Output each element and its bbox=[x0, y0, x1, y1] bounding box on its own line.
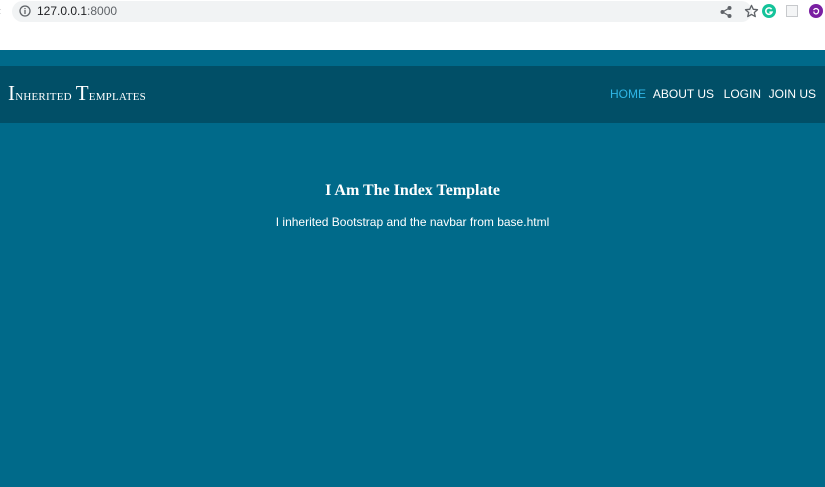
url-text[interactable]: 127.0.0.1:8000 bbox=[37, 4, 117, 19]
navbar-brand[interactable]: Inherited Templates bbox=[8, 81, 146, 108]
address-bar[interactable]: 127.0.0.1:8000 bbox=[12, 1, 759, 22]
nav-link-login[interactable]: LOGIN bbox=[724, 87, 761, 102]
nav-link-join-us[interactable]: JOIN US bbox=[769, 87, 816, 102]
page-description: I inherited Bootstrap and the navbar fro… bbox=[275, 215, 550, 229]
star-icon[interactable] bbox=[744, 4, 759, 19]
back-icon[interactable]: ‹ bbox=[0, 5, 3, 17]
page-title: I Am The Index Template bbox=[325, 182, 500, 199]
page-body: Inherited Templates HOME ABOUT US LOGIN … bbox=[0, 50, 825, 487]
url-port: :8000 bbox=[87, 4, 118, 18]
brand-word-1: nherited bbox=[15, 88, 72, 104]
navbar: Inherited Templates HOME ABOUT US LOGIN … bbox=[0, 66, 825, 123]
share-icon[interactable] bbox=[719, 5, 733, 19]
purple-extension-icon[interactable] bbox=[809, 4, 823, 18]
url-host: 127.0.0.1 bbox=[37, 4, 88, 18]
page-top-gap bbox=[0, 24, 825, 50]
grammarly-extension-icon[interactable] bbox=[762, 4, 776, 18]
nav-link-home[interactable]: HOME bbox=[610, 87, 646, 102]
browser-toolbar: ‹ 127.0.0.1:8000 bbox=[0, 0, 825, 24]
blank-extension-icon[interactable] bbox=[786, 5, 798, 17]
info-icon[interactable] bbox=[19, 5, 31, 17]
brand-word-2: emplates bbox=[88, 88, 146, 104]
brand-initial-2: T bbox=[75, 81, 89, 105]
nav-link-about-us[interactable]: ABOUT US bbox=[653, 87, 714, 102]
